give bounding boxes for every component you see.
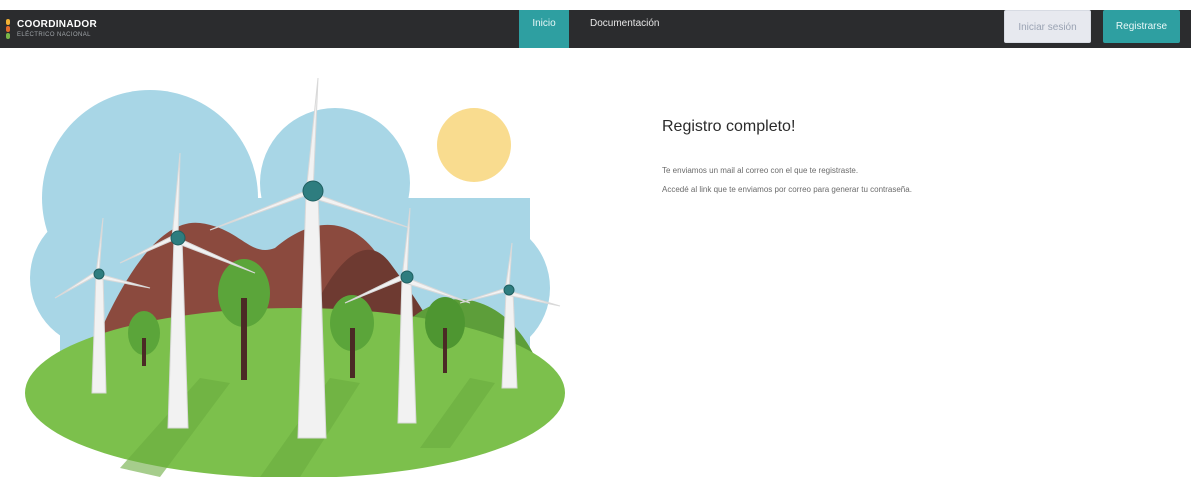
registration-message: Registro completo! Te enviamos un mail a… [662,118,912,204]
message-line-2: Accedé al link que te enviamos por corre… [662,185,912,194]
brand-title: COORDINADOR [17,19,97,30]
login-button[interactable]: Iniciar sesión [1004,10,1091,43]
page-title: Registro completo! [662,118,796,135]
wind-turbines-image [25,77,565,478]
nav-item-documentacion[interactable]: Documentación [590,10,659,48]
message-line-1: Te enviamos un mail al correo con el que… [662,166,859,175]
brand-subtitle: ELÉCTRICO NACIONAL [17,32,91,38]
wind-turbines-illustration [0,48,600,478]
register-button[interactable]: Registrarse [1103,10,1180,43]
top-navbar: COORDINADOR ELÉCTRICO NACIONAL Inicio Do… [0,10,1191,48]
brand-mark-icon [6,19,12,39]
nav-item-inicio[interactable]: Inicio [519,10,569,48]
brand-logo[interactable]: COORDINADOR ELÉCTRICO NACIONAL [6,16,97,42]
